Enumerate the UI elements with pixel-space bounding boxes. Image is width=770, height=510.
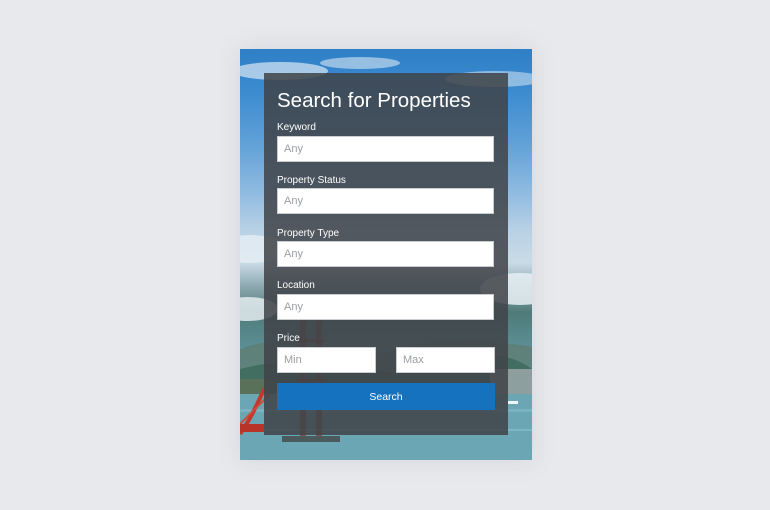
- price-min-input[interactable]: [277, 347, 376, 373]
- property-type-label: Property Type: [277, 228, 340, 239]
- search-button[interactable]: Search: [277, 383, 495, 410]
- property-status-input[interactable]: [277, 188, 494, 214]
- price-max-input[interactable]: [396, 347, 495, 373]
- page: Search for Properties Keyword Property S…: [0, 0, 770, 510]
- property-type-input[interactable]: [277, 241, 494, 267]
- location-label: Location: [277, 280, 315, 291]
- location-input[interactable]: [277, 294, 494, 320]
- price-label: Price: [277, 333, 300, 344]
- property-status-label: Property Status: [277, 175, 346, 186]
- keyword-label: Keyword: [277, 122, 316, 133]
- form-title: Search for Properties: [277, 89, 471, 112]
- keyword-input[interactable]: [277, 136, 494, 162]
- property-search-form: Search for Properties Keyword Property S…: [264, 73, 508, 435]
